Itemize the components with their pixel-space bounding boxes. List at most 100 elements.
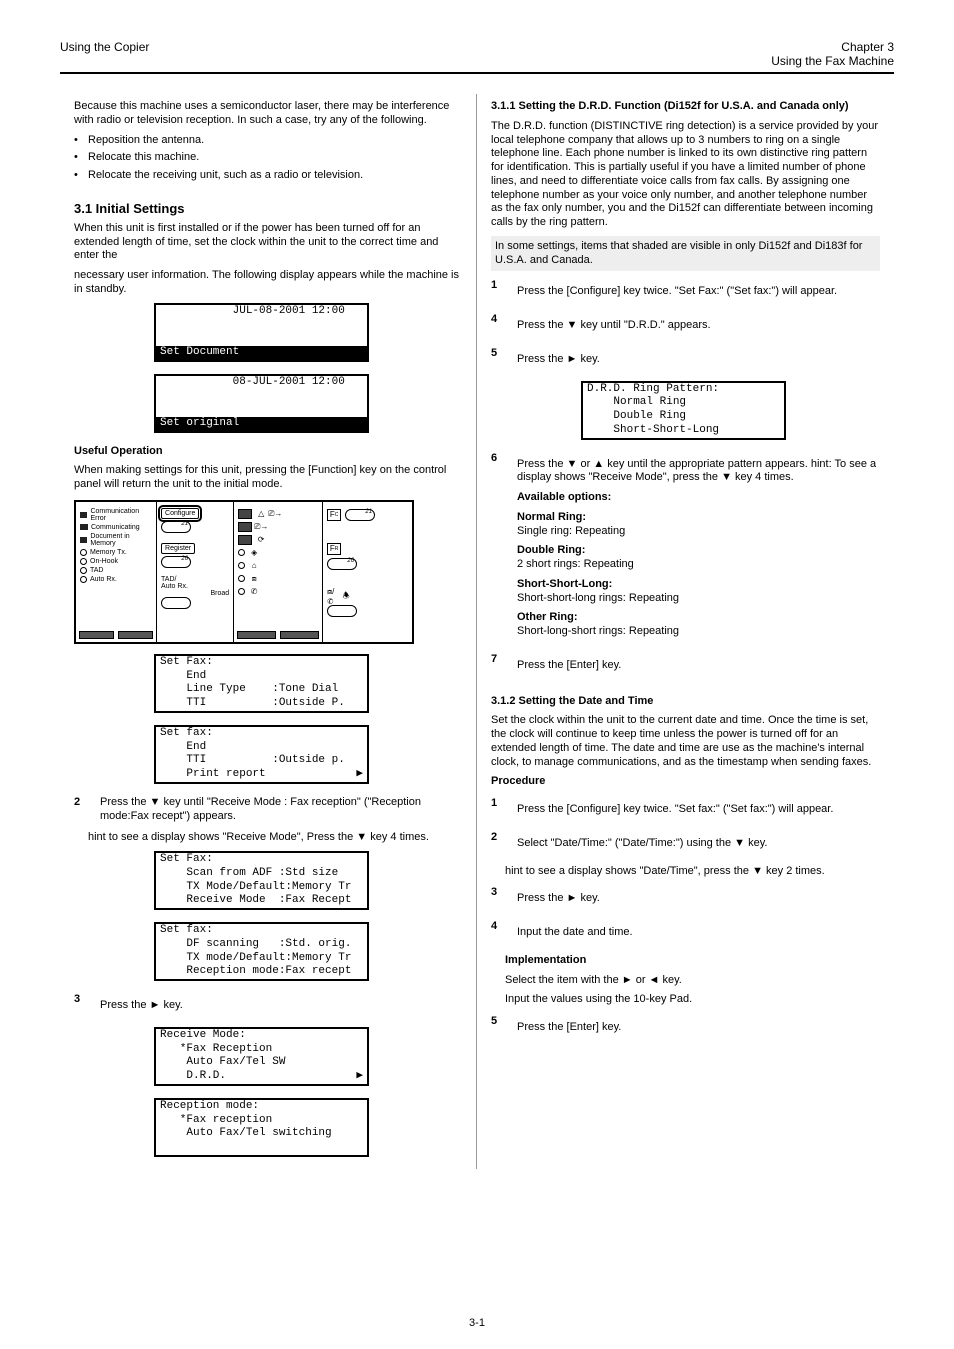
impl-a: Select the item with the ► or ◄ key. bbox=[505, 974, 880, 988]
panel-right: FC21 FR 26 ⧈/✆🕭 bbox=[323, 502, 412, 642]
proc-hint: hint to see a display shows "Date/Time",… bbox=[505, 865, 880, 879]
intro-b3: Relocate the receiving unit, such as a r… bbox=[74, 169, 462, 183]
led-label: Communication Error bbox=[90, 508, 152, 522]
step-num: 4 bbox=[491, 920, 507, 932]
s311-p: The D.R.D. function (DISTINCTIVE ring de… bbox=[491, 120, 880, 230]
lcd-line-inv: Set Document bbox=[156, 346, 367, 360]
lcd-line: Print report▶ bbox=[156, 768, 367, 782]
s311-title: 3.1.1 Setting the D.R.D. Function (Di152… bbox=[491, 100, 880, 114]
led-comm-error-icon bbox=[80, 512, 87, 518]
bottom-oval-button[interactable] bbox=[327, 605, 357, 617]
lcd-line: TTI :Outside p. bbox=[156, 754, 367, 768]
intro-p1: Because this machine uses a semiconducto… bbox=[74, 100, 462, 128]
led-label: Auto Rx. bbox=[90, 576, 117, 583]
panel-leds: Communication Error Communicating Docume… bbox=[76, 502, 157, 642]
panel-bar-icon bbox=[238, 535, 252, 545]
lcd-line: End bbox=[156, 741, 367, 755]
fc-icon: FC bbox=[327, 509, 341, 521]
lcd-line-blank bbox=[156, 389, 367, 403]
diamond-icon: ◈ bbox=[249, 548, 259, 558]
shading-note: In some settings, items that shaded are … bbox=[491, 236, 880, 272]
step-num: 5 bbox=[491, 1015, 507, 1027]
dot-icon bbox=[238, 562, 245, 569]
lcd-title: Set fax: bbox=[156, 924, 367, 938]
step-text: Press the [Enter] key. bbox=[517, 659, 880, 673]
page-header: Using the Copier Chapter 3 Using the Fax… bbox=[60, 40, 894, 74]
led-label: Document in Memory bbox=[90, 533, 152, 547]
opt-desc: 2 short rings: Repeating bbox=[517, 558, 634, 570]
tape-icon: ⧈ bbox=[249, 574, 259, 584]
lcd-line: JUL-08-2001 12:00 bbox=[156, 305, 367, 319]
right-arrow-icon: ▶ bbox=[356, 1070, 363, 1084]
lcd-standby-1: JUL-08-2001 12:00 Set Document bbox=[154, 303, 369, 362]
step-num: 1 bbox=[491, 279, 507, 291]
lcd-line bbox=[156, 1141, 367, 1155]
fc-oval-button[interactable]: 21 bbox=[345, 509, 375, 521]
lcd-line: End bbox=[156, 670, 367, 684]
lcd-line: Normal Ring bbox=[583, 396, 784, 410]
lcd-line: TTI :Outside P. bbox=[156, 697, 367, 711]
broad-label: Broad bbox=[161, 590, 229, 597]
procedure-title: Procedure bbox=[491, 775, 880, 789]
id-icon: ⎚→ bbox=[270, 509, 280, 519]
lcd-set-fax-4: Set fax: DF scanning :Std. orig. TX mode… bbox=[154, 922, 369, 981]
step-num: 3 bbox=[491, 886, 507, 898]
step-text: Press the ▼ or ▲ key until the appropria… bbox=[517, 458, 880, 486]
page-footer: 3-1 bbox=[0, 1317, 954, 1329]
s312-title: 3.1.2 Setting the Date and Time bbox=[491, 695, 880, 709]
step-3: 3 Press the ► key. bbox=[74, 993, 462, 1019]
header-left: Using the Copier bbox=[60, 40, 149, 68]
lcd-set-fax-1: Set Fax: End Line Type :Tone Dial TTI :O… bbox=[154, 654, 369, 713]
header-chapter: Chapter 3 bbox=[841, 40, 894, 54]
s31-p1b: necessary user information. The followin… bbox=[74, 269, 462, 297]
configure-oval-button[interactable]: 21 bbox=[161, 521, 191, 533]
lcd-line: TX Mode/Default:Memory Tr bbox=[156, 881, 367, 895]
led-autorx-icon bbox=[80, 576, 87, 583]
opt-label: Short-Short-Long: bbox=[517, 578, 612, 590]
step-text: Press the ► key. bbox=[517, 353, 880, 367]
step-num: 6 bbox=[491, 452, 507, 464]
intro-bullets: Reposition the antenna. Relocate this ma… bbox=[74, 134, 462, 183]
opt-desc: Short-long-short rings: Repeating bbox=[517, 625, 679, 637]
led-onhook-icon bbox=[80, 558, 87, 565]
register-oval-button[interactable]: 26 bbox=[161, 556, 191, 568]
lcd-drd-pattern: D.R.D. Ring Pattern: Normal Ring Double … bbox=[581, 381, 786, 440]
available-options: Available options: bbox=[517, 491, 880, 505]
lcd-line: Line Type :Tone Dial bbox=[156, 683, 367, 697]
lcd-line-blank2 bbox=[156, 403, 367, 417]
step-7: 7 Press the [Enter] key. bbox=[491, 653, 880, 679]
configure-button[interactable]: Configure bbox=[161, 508, 199, 519]
useful-title: Useful Operation bbox=[74, 445, 462, 459]
lcd-line: Scan from ADF :Std size bbox=[156, 867, 367, 881]
lcd-title: Reception mode: bbox=[156, 1100, 367, 1114]
step-num: 4 bbox=[491, 313, 507, 325]
lcd-line-blank bbox=[156, 318, 367, 332]
tad-oval-button[interactable] bbox=[161, 597, 191, 609]
dot-icon bbox=[238, 549, 245, 556]
s31-p1a: When this unit is first installed or if … bbox=[74, 222, 462, 263]
lcd-line-blank2 bbox=[156, 332, 367, 346]
lcd-line: Auto Fax/Tel SW bbox=[156, 1056, 367, 1070]
panel-icons: △⎚→ ⎚→ ⟳ ◈ ⌂ ⧈ ✆ bbox=[234, 502, 323, 642]
dot-icon bbox=[238, 588, 245, 595]
step-text: Press the ► key. bbox=[517, 892, 880, 906]
step-text: Press the [Configure] key twice. "Set fa… bbox=[517, 803, 880, 817]
fr-oval-button[interactable]: 26 bbox=[327, 558, 357, 570]
register-button[interactable]: Register bbox=[161, 543, 195, 554]
panel-bar-icon bbox=[238, 509, 252, 519]
led-tad-icon bbox=[80, 567, 87, 574]
section-3-1-title: 3.1 Initial Settings bbox=[74, 201, 462, 216]
opt-label: Other Ring: bbox=[517, 611, 578, 623]
useful-p: When making settings for this unit, pres… bbox=[74, 464, 462, 492]
lcd-title: Set Fax: bbox=[156, 853, 367, 867]
step-6: 6 Press the ▼ or ▲ key until the appropr… bbox=[491, 452, 880, 645]
opt-desc: Single ring: Repeating bbox=[517, 525, 625, 537]
intro-b2: Relocate this machine. bbox=[74, 151, 462, 165]
step-text: Press the [Configure] key twice. "Set Fa… bbox=[517, 285, 880, 299]
step-5: 5 Press the ► key. bbox=[491, 347, 880, 373]
up-arrow-icon: △ bbox=[256, 509, 266, 519]
lcd-receive-mode-2: Reception mode: *Fax reception Auto Fax/… bbox=[154, 1098, 369, 1157]
intro-b1: Reposition the antenna. bbox=[74, 134, 462, 148]
tape-phone-icon: ⧈/✆ bbox=[327, 592, 337, 602]
speaker-icon: 🕭 bbox=[341, 592, 351, 602]
